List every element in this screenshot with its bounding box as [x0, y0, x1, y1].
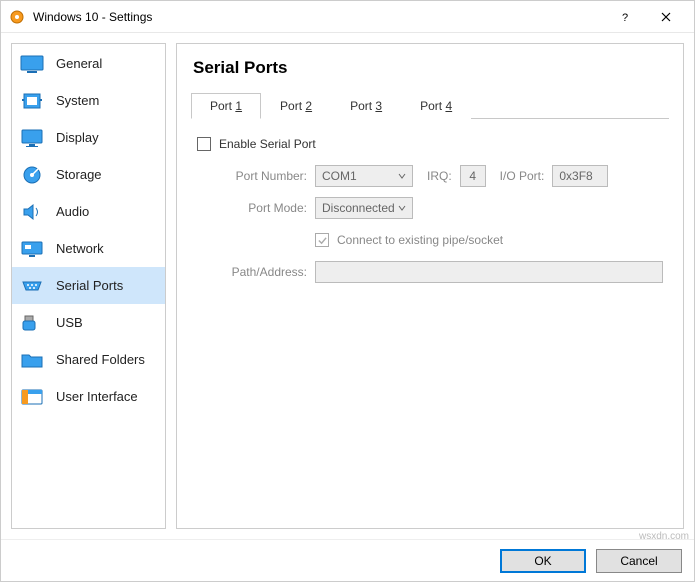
- ok-button[interactable]: OK: [500, 549, 586, 573]
- sidebar-item-user-interface[interactable]: User Interface: [12, 378, 165, 415]
- sidebar-item-shared-folders[interactable]: Shared Folders: [12, 341, 165, 378]
- sidebar-item-serial-ports[interactable]: Serial Ports: [12, 267, 165, 304]
- user-interface-icon: [18, 385, 46, 409]
- tab-port-2[interactable]: Port 2: [261, 93, 331, 119]
- audio-icon: [18, 200, 46, 224]
- sidebar-item-label: Shared Folders: [56, 352, 145, 367]
- port-number-select[interactable]: COM1: [315, 165, 413, 187]
- svg-text:?: ?: [622, 12, 628, 23]
- system-icon: [18, 89, 46, 113]
- page-title: Serial Ports: [193, 58, 669, 78]
- port-number-label: Port Number:: [197, 169, 307, 183]
- window-title: Windows 10 - Settings: [33, 10, 606, 24]
- sidebar-item-label: Audio: [56, 204, 89, 219]
- sidebar-item-display[interactable]: Display: [12, 119, 165, 156]
- enable-serial-port-label: Enable Serial Port: [219, 137, 316, 151]
- sidebar-item-label: User Interface: [56, 389, 138, 404]
- chevron-down-icon: [398, 172, 406, 180]
- footer: OK Cancel: [1, 539, 694, 581]
- tab-port-1[interactable]: Port 1: [191, 93, 261, 119]
- form: Enable Serial Port Port Number: COM1 IRQ…: [191, 119, 669, 307]
- connect-label: Connect to existing pipe/socket: [337, 233, 503, 247]
- check-icon: [318, 236, 327, 245]
- chevron-down-icon: [398, 204, 406, 212]
- sidebar-item-usb[interactable]: USB: [12, 304, 165, 341]
- watermark: wsxdn.com: [639, 531, 689, 542]
- path-address-label: Path/Address:: [197, 265, 307, 279]
- irq-label: IRQ:: [427, 169, 452, 183]
- cancel-button[interactable]: Cancel: [596, 549, 682, 573]
- general-icon: [18, 52, 46, 76]
- io-port-label: I/O Port:: [500, 169, 545, 183]
- tab-port-3[interactable]: Port 3: [331, 93, 401, 119]
- io-port-field[interactable]: 0x3F8: [552, 165, 608, 187]
- sidebar-item-general[interactable]: General: [12, 45, 165, 82]
- path-address-field[interactable]: [315, 261, 663, 283]
- port-mode-select[interactable]: Disconnected: [315, 197, 413, 219]
- sidebar: General System Display Storage Audio Net…: [11, 43, 166, 529]
- sidebar-item-label: Serial Ports: [56, 278, 123, 293]
- usb-icon: [18, 311, 46, 335]
- sidebar-item-label: Storage: [56, 167, 102, 182]
- titlebar: Windows 10 - Settings ?: [1, 1, 694, 33]
- port-mode-label: Port Mode:: [197, 201, 307, 215]
- sidebar-item-storage[interactable]: Storage: [12, 156, 165, 193]
- sidebar-item-label: USB: [56, 315, 83, 330]
- main-panel: Serial Ports Port 1 Port 2 Port 3 Port 4…: [176, 43, 684, 529]
- tabs: Port 1 Port 2 Port 3 Port 4: [191, 92, 669, 119]
- sidebar-item-label: Network: [56, 241, 104, 256]
- sidebar-item-network[interactable]: Network: [12, 230, 165, 267]
- close-button[interactable]: [646, 2, 686, 32]
- help-button[interactable]: ?: [606, 2, 646, 32]
- display-icon: [18, 126, 46, 150]
- sidebar-item-system[interactable]: System: [12, 82, 165, 119]
- sidebar-item-audio[interactable]: Audio: [12, 193, 165, 230]
- body: General System Display Storage Audio Net…: [1, 33, 694, 539]
- app-icon: [9, 9, 25, 25]
- storage-icon: [18, 163, 46, 187]
- connect-checkbox: [315, 233, 329, 247]
- tab-port-4[interactable]: Port 4: [401, 93, 471, 119]
- sidebar-item-label: Display: [56, 130, 99, 145]
- sidebar-item-label: System: [56, 93, 99, 108]
- irq-field[interactable]: 4: [460, 165, 486, 187]
- network-icon: [18, 237, 46, 261]
- serial-ports-icon: [18, 274, 46, 298]
- shared-folders-icon: [18, 348, 46, 372]
- settings-window: Windows 10 - Settings ? General System D…: [0, 0, 695, 582]
- enable-serial-port-checkbox[interactable]: [197, 137, 211, 151]
- sidebar-item-label: General: [56, 56, 102, 71]
